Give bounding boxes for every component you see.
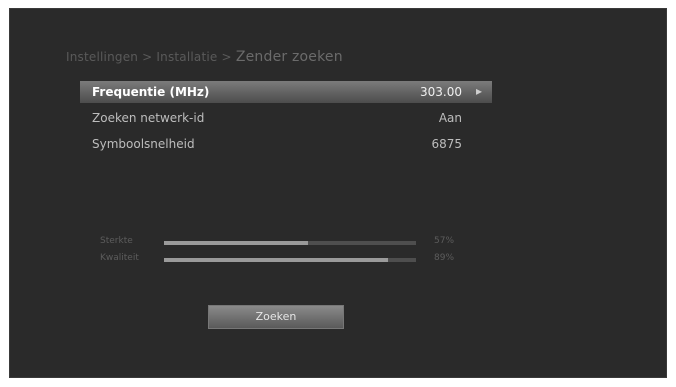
breadcrumb-item-installation[interactable]: Installatie <box>156 50 217 64</box>
signal-strength-meter: Sterkte 57% <box>100 236 460 249</box>
setting-value: 6875 <box>431 137 462 151</box>
tv-menu-screen: Instellingen > Installatie > Zender zoek… <box>9 8 667 378</box>
breadcrumb-separator: > <box>142 50 153 64</box>
page-title: Zender zoeken <box>235 49 343 65</box>
signal-strength-track <box>164 241 416 245</box>
setting-row-network-id-search[interactable]: Zoeken netwerk-id Aan <box>80 107 492 129</box>
setting-value: 303.00 <box>420 85 462 99</box>
signal-quality-track <box>164 258 416 262</box>
setting-value: Aan <box>438 111 462 125</box>
signal-strength-percent: 57% <box>434 236 455 246</box>
setting-label: Frequentie (MHz) <box>92 85 210 99</box>
chevron-right-icon[interactable]: ▸ <box>476 84 482 98</box>
breadcrumb-item-settings[interactable]: Instellingen <box>66 50 138 64</box>
signal-strength-fill <box>164 241 308 245</box>
setting-row-frequency[interactable]: Frequentie (MHz) 303.00 ▸ <box>80 81 492 103</box>
signal-quality-fill <box>164 258 389 262</box>
setting-label: Zoeken netwerk-id <box>92 111 205 125</box>
setting-row-symbol-rate[interactable]: Symboolsnelheid 6875 <box>80 133 492 155</box>
signal-strength-label: Sterkte <box>100 236 133 246</box>
breadcrumb: Instellingen > Installatie > Zender zoek… <box>66 49 343 65</box>
signal-quality-label: Kwaliteit <box>100 253 139 263</box>
signal-quality-meter: Kwaliteit 89% <box>100 253 460 266</box>
search-button[interactable]: Zoeken <box>208 305 344 329</box>
breadcrumb-separator: > <box>221 50 232 64</box>
signal-quality-percent: 89% <box>434 253 455 263</box>
setting-label: Symboolsnelheid <box>92 137 195 151</box>
